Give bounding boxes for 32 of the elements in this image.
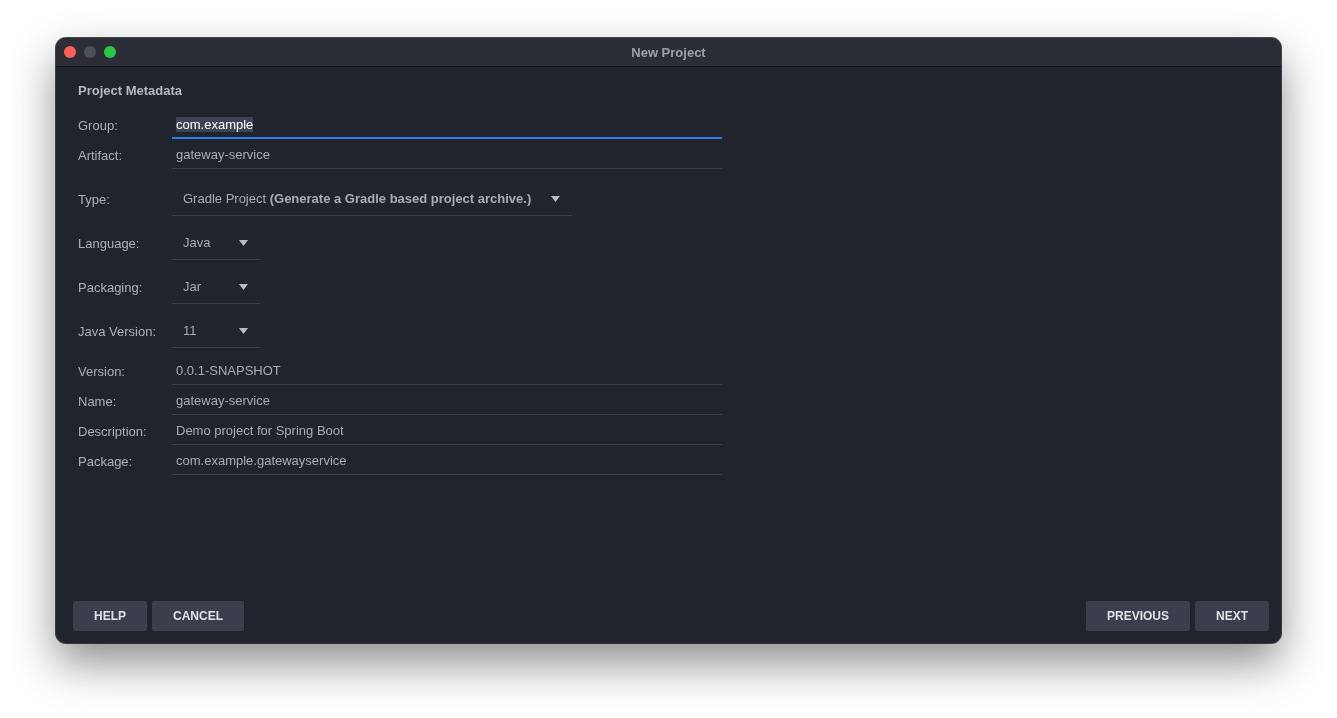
field-label: Java Version: bbox=[78, 323, 158, 339]
window-title: New Project bbox=[630, 44, 707, 60]
dropdown[interactable]: Jar bbox=[172, 270, 260, 304]
field-label: Type: bbox=[78, 191, 111, 207]
field-label: Artifact: bbox=[78, 147, 124, 163]
text-field[interactable]: 0.0.1-SNAPSHOT bbox=[172, 357, 722, 385]
text-field[interactable]: gateway-service bbox=[172, 141, 722, 169]
dropdown[interactable]: Gradle Project (Generate a Gradle based project archive.) bbox=[172, 182, 573, 216]
field-label: Packaging: bbox=[78, 279, 144, 295]
caret-icon bbox=[239, 239, 248, 246]
field-label: Name: bbox=[78, 393, 118, 409]
close-icon[interactable] bbox=[64, 46, 76, 58]
field-label: Group: bbox=[78, 117, 119, 133]
dropdown[interactable]: 11 bbox=[172, 314, 260, 348]
field-label: Description: bbox=[78, 423, 148, 439]
dialog-button[interactable]: PREVIOUS bbox=[1085, 601, 1190, 631]
text-field[interactable]: Demo project for Spring Boot bbox=[172, 417, 722, 445]
section-title: Project Metadata bbox=[78, 83, 184, 98]
caret-icon bbox=[551, 195, 561, 202]
field-label: Version: bbox=[78, 363, 126, 379]
zoom-icon[interactable] bbox=[104, 46, 116, 58]
text-field[interactable]: com.example bbox=[172, 111, 722, 139]
caret-icon bbox=[239, 327, 248, 334]
field-label: Package: bbox=[78, 453, 134, 469]
dialog-button[interactable]: NEXT bbox=[1195, 601, 1269, 631]
text-field[interactable]: gateway-service bbox=[172, 387, 722, 415]
dropdown[interactable]: Java bbox=[172, 226, 260, 260]
dialog-button[interactable]: CANCEL bbox=[152, 601, 244, 631]
dialog-button[interactable]: HELP bbox=[73, 601, 147, 631]
field-label: Language: bbox=[78, 235, 141, 251]
caret-icon bbox=[239, 283, 248, 290]
text-field[interactable]: com.example.gatewayservice bbox=[172, 447, 722, 475]
